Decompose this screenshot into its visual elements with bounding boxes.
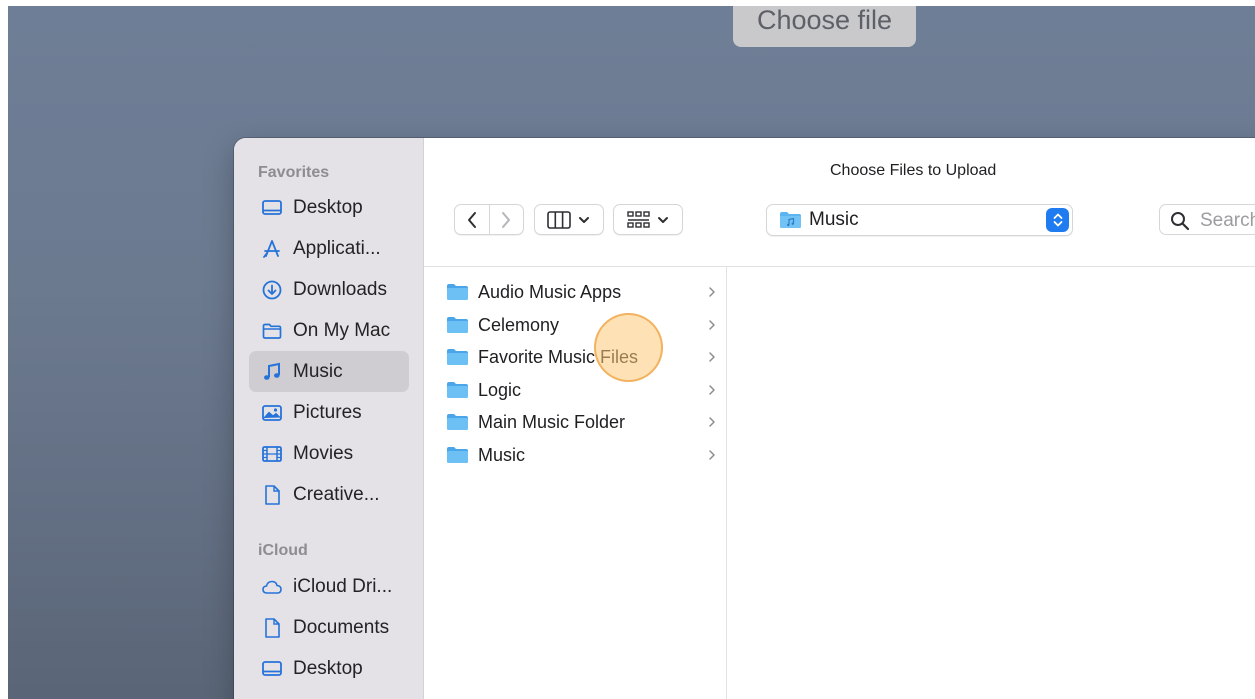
sidebar-item-pictures[interactable]: Pictures <box>249 392 409 433</box>
nav-buttons <box>454 204 524 235</box>
popup-stepper-icon <box>1046 208 1069 232</box>
toolbar-divider <box>424 266 1255 267</box>
list-item[interactable]: Favorite Music Files <box>446 342 716 372</box>
music-note-icon <box>260 360 284 384</box>
column-view-button[interactable] <box>534 204 604 235</box>
document-icon <box>260 616 284 640</box>
sidebar-item-label: Pictures <box>293 401 362 423</box>
location-label: Music <box>809 209 859 230</box>
chevron-right-icon <box>709 287 715 297</box>
desktop-icon <box>260 196 284 220</box>
folder-icon <box>260 319 284 343</box>
sidebar-item-music[interactable]: Music <box>249 351 409 392</box>
sidebar-item-label: iCloud Dri... <box>293 575 393 597</box>
sidebar-item-label: On My Mac <box>293 319 391 341</box>
sidebar-item-label: Downloads <box>293 278 387 300</box>
chevron-right-icon <box>709 320 715 330</box>
sidebar-item-label: Desktop <box>293 657 363 679</box>
file-name: Audio Music Apps <box>478 281 622 302</box>
sidebar-item-creative[interactable]: Creative... <box>249 474 409 515</box>
chevron-down-icon <box>579 216 589 223</box>
chevron-right-icon <box>709 417 715 427</box>
list-item[interactable]: Celemony <box>446 310 716 340</box>
folder-icon <box>447 447 468 463</box>
search-input[interactable] <box>1198 208 1255 233</box>
sidebar-section-favorites: Favorites <box>258 164 330 181</box>
list-item[interactable]: Main Music Folder <box>446 407 716 437</box>
sidebar-item-label: Documents <box>293 616 390 638</box>
cloud-icon <box>260 575 284 599</box>
list-item[interactable]: Music <box>446 440 716 470</box>
folder-icon <box>447 349 468 365</box>
sidebar-item-on-my-mac[interactable]: On My Mac <box>249 310 409 351</box>
applications-icon <box>260 237 284 261</box>
file-picker-dialog: Favorites Desktop Applicati... Downloads <box>234 138 1255 699</box>
search-field[interactable] <box>1159 204 1255 235</box>
chevron-right-icon <box>709 385 715 395</box>
file-name: Main Music Folder <box>478 411 626 432</box>
document-icon <box>260 483 284 507</box>
sidebar-item-label: Applicati... <box>293 237 381 259</box>
sidebar-item-label: Movies <box>293 442 354 464</box>
list-item[interactable]: Audio Music Apps <box>446 277 716 307</box>
pictures-icon <box>260 401 284 425</box>
folder-icon <box>447 317 468 333</box>
file-name: Favorite Music Files <box>478 346 639 367</box>
sidebar-item-applications[interactable]: Applicati... <box>249 228 409 269</box>
forward-button[interactable] <box>490 205 524 234</box>
sidebar-item-desktop[interactable]: Desktop <box>249 187 409 228</box>
sidebar-item-icloud-desktop[interactable]: Desktop <box>249 648 409 689</box>
folder-icon <box>447 382 468 398</box>
chevron-right-icon <box>709 352 715 362</box>
folder-icon <box>447 414 468 430</box>
columns-icon <box>547 210 571 229</box>
search-icon <box>1171 212 1190 231</box>
downloads-icon <box>260 278 284 302</box>
file-name: Logic <box>478 379 522 400</box>
desktop-icon <box>260 657 284 681</box>
chevron-down-icon <box>658 216 668 223</box>
back-button[interactable] <box>455 205 490 234</box>
music-folder-icon <box>780 212 801 228</box>
sidebar-section-icloud: iCloud <box>258 542 308 559</box>
group-view-button[interactable] <box>613 204 683 235</box>
sidebar-item-icloud-drive[interactable]: iCloud Dri... <box>249 566 409 607</box>
grid-icon <box>627 210 650 228</box>
sidebar-item-movies[interactable]: Movies <box>249 433 409 474</box>
column-divider <box>726 267 727 699</box>
choose-file-button[interactable]: Choose file <box>733 6 916 47</box>
sidebar-item-label: Creative... <box>293 483 380 505</box>
chevron-right-icon <box>709 450 715 460</box>
sidebar-item-downloads[interactable]: Downloads <box>249 269 409 310</box>
webpage-background: Choose file Favorites Desktop Applicati.… <box>8 6 1255 699</box>
sidebar-item-label: Desktop <box>293 196 363 218</box>
browser-pane: Choose Files to Upload Music Search Audi… <box>424 138 1255 699</box>
chevron-right-icon <box>502 211 511 228</box>
file-name: Music <box>478 444 526 465</box>
dialog-title: Choose Files to Upload <box>830 162 997 179</box>
film-icon <box>260 442 284 466</box>
sidebar: Favorites Desktop Applicati... Downloads <box>234 138 424 699</box>
location-popup[interactable]: Music <box>766 204 1073 236</box>
list-item[interactable]: Logic <box>446 375 716 405</box>
sidebar-item-documents[interactable]: Documents <box>249 607 409 648</box>
folder-icon <box>447 284 468 300</box>
sidebar-item-label: Music <box>293 360 343 382</box>
file-name: Celemony <box>478 314 560 335</box>
chevron-left-icon <box>467 211 476 228</box>
